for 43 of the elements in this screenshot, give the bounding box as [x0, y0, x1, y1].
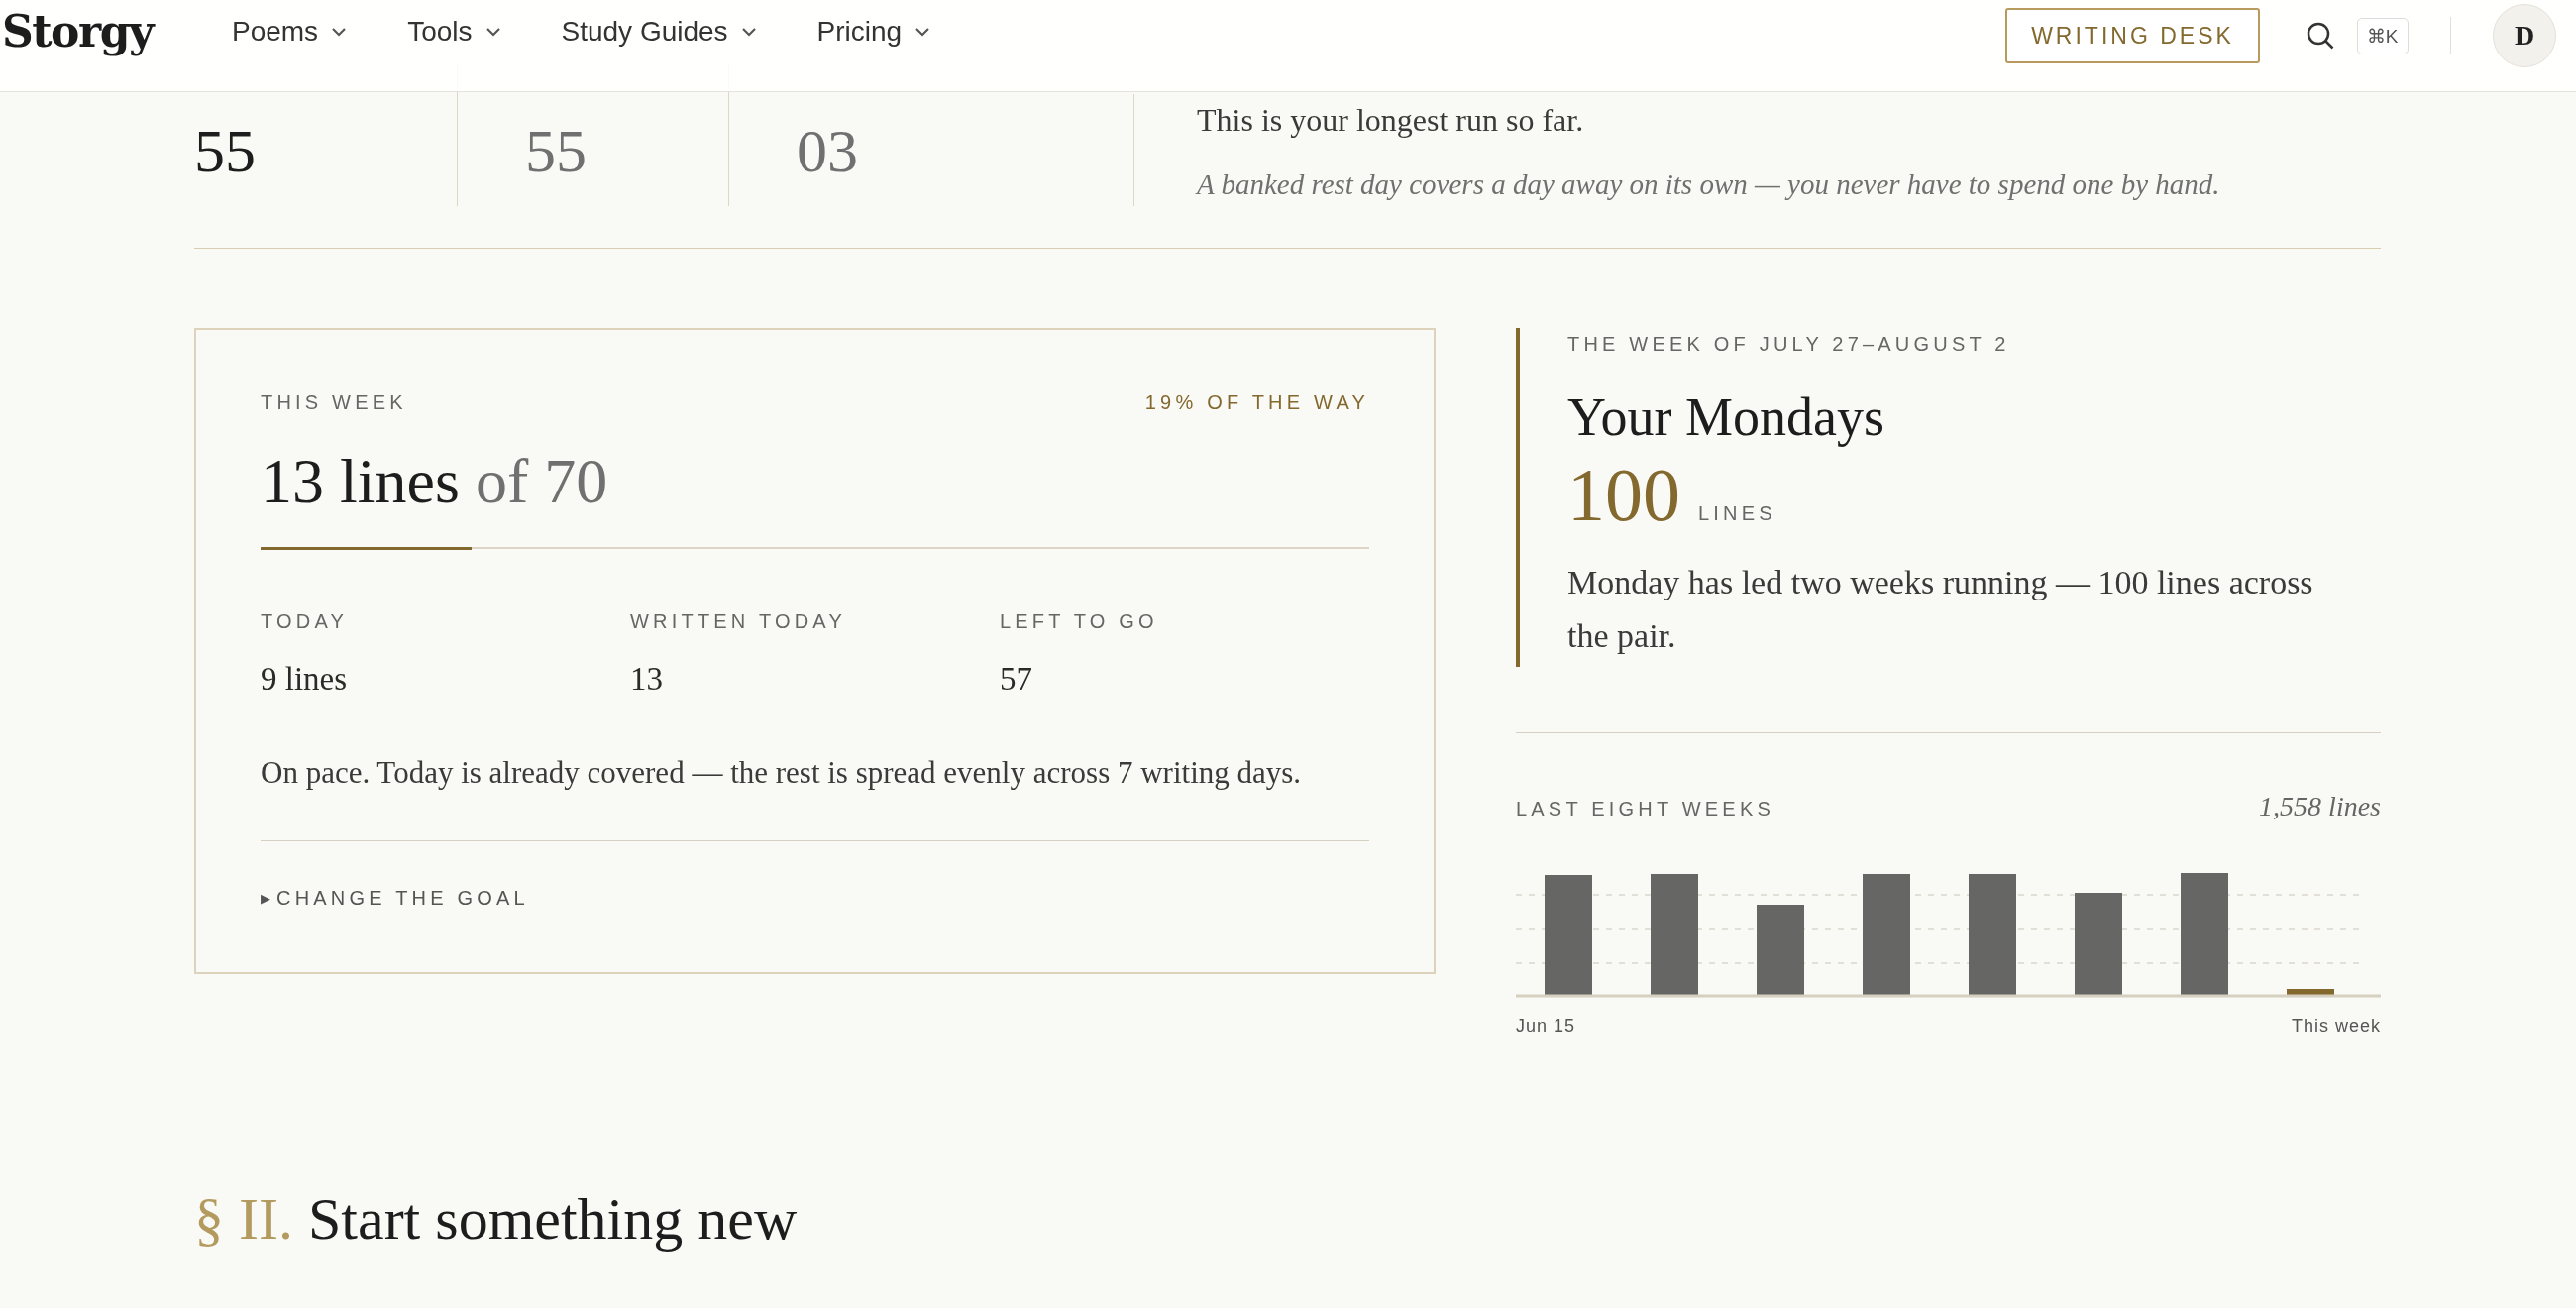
stat-value: 57	[1000, 661, 1033, 698]
nav-menu[interactable]: Tools	[407, 16, 500, 48]
goal-text: of 70	[475, 446, 608, 516]
chevron-down-icon	[915, 27, 930, 37]
logo[interactable]: Storgy	[2, 5, 153, 56]
section-label: THIS WEEK	[261, 391, 407, 414]
chevron-down-icon	[485, 27, 500, 37]
stat-label: WRITTEN TODAY	[630, 610, 847, 633]
section-title: Start something new	[307, 1186, 798, 1252]
search-icon[interactable]	[2305, 21, 2335, 51]
chart-title: LAST EIGHT WEEKS	[1516, 798, 1774, 820]
nav-menu[interactable]: Study Guides	[561, 16, 756, 48]
nav-menu[interactable]: Poems	[231, 16, 347, 48]
triangle-icon: ▶	[261, 891, 270, 906]
progress-label: 19% OF THE WAY	[1144, 391, 1369, 414]
nav-menu[interactable]: Pricing	[816, 16, 930, 48]
shortcut-key: ⌘K	[2356, 17, 2409, 54]
stat-value: 13	[630, 661, 664, 698]
unit-label: LINES	[1698, 502, 1776, 525]
stat-label: LEFT TO GO	[1000, 610, 1159, 633]
stat-value: 03	[797, 116, 859, 186]
writing-desk-button[interactable]: WRITING DESK	[2005, 8, 2260, 63]
highlight-text: Monday has led two weeks running — 100 lines across the pair.	[1567, 563, 2314, 656]
total-text: 1,558 lines	[2259, 791, 2381, 822]
bar	[2287, 989, 2334, 995]
axis-label: This week	[2291, 1016, 2381, 1036]
axis-label: Jun 15	[1516, 1016, 1576, 1036]
change-goal-toggle[interactable]: ▶ CHANGE THE GOAL	[261, 887, 529, 910]
lines-count: 13 lines	[261, 446, 460, 516]
stat-label: TODAY	[261, 610, 350, 633]
hint-text: A banked rest day covers a day away on its own — you never have to spend one by hand.	[1197, 168, 2220, 201]
avatar[interactable]: D	[2493, 4, 2556, 67]
week-label: THE WEEK OF JULY 27–AUGUST 2	[1567, 333, 2011, 356]
chevron-down-icon	[741, 27, 756, 37]
stat-value: 55	[525, 116, 588, 186]
stat-value: 55	[194, 116, 257, 186]
stat-value: 9 lines	[261, 661, 349, 698]
highlight-number: 100	[1567, 452, 1680, 538]
section-number: § II.	[194, 1186, 293, 1252]
highlight-title: Your Mondays	[1567, 386, 1886, 449]
chevron-down-icon	[332, 27, 347, 37]
pace-message: On pace. Today is already covered — the rest is spread evenly across 7 writing days.	[261, 755, 1303, 791]
run-note-text: This is your longest run so far.	[1197, 102, 1585, 139]
